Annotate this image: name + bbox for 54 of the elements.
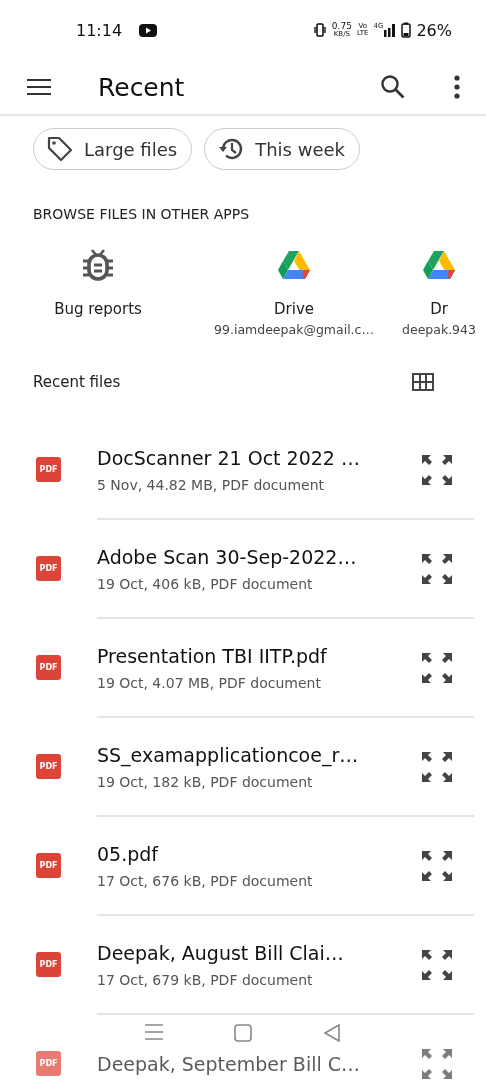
filter-chip[interactable]: Large files [33,128,193,170]
battery-level: 26% [416,20,452,40]
file-name[interactable]: Adobe Scan 30-Sep-2022… [97,545,420,568]
file-details: 17 Oct, 676 kB, PDF document [97,872,314,889]
app-name[interactable]: Drive [274,300,314,318]
network-speed: 0.75 [331,22,352,31]
pdf-file-icon: PDF [36,457,61,482]
app-name[interactable]: Bug reports [54,300,142,318]
file-name[interactable]: Presentation TBI IITP.pdf [97,644,420,667]
pdf-file-icon: PDF [36,952,61,977]
drive-icon[interactable] [278,248,310,282]
expand-icon[interactable] [420,749,454,784]
filter-chip[interactable]: This week [204,128,360,170]
file-details: 19 Oct, 406 kB, PDF document [97,575,314,592]
account-email: 99.iamdeepak@gmail.c… [214,322,374,337]
expand-icon[interactable] [420,650,454,685]
file-name[interactable]: Deepak, August Bill Clai… [97,941,420,964]
pdf-file-icon: PDF [36,1051,61,1076]
file-name[interactable]: 05.pdf [97,842,420,865]
section-heading: BROWSE FILES IN OTHER APPS [33,206,251,222]
expand-icon[interactable] [420,848,454,883]
file-name[interactable]: SS_examapplicationcoe_r… [97,743,420,766]
signal-icon [384,23,397,37]
expand-icon[interactable] [420,947,454,982]
file-details: 19 Oct, 4.07 MB, PDF document [97,674,322,691]
pdf-file-icon: PDF [36,754,61,779]
vibrate-icon [312,23,327,37]
menu-icon[interactable] [26,78,52,96]
page-title: Recent [98,72,185,102]
file-details: 19 Oct, 182 kB, PDF document [97,773,314,790]
tag-icon [46,135,74,163]
battery-icon [401,22,412,38]
file-name[interactable]: DocScanner 21 Oct 2022 … [97,446,420,469]
expand-icon[interactable] [420,452,454,487]
video-app-icon [139,23,158,37]
account-email: deepak.943 [402,322,476,337]
file-name[interactable]: Deepak, September Bill C… [97,1052,420,1075]
pdf-file-icon: PDF [36,853,61,878]
more-options-icon[interactable] [454,75,460,99]
app-name[interactable]: Dr [430,300,448,318]
file-details: 5 Nov, 44.82 MB, PDF document [97,476,326,493]
back-nav-icon[interactable] [322,1024,341,1042]
pdf-file-icon: PDF [36,655,61,680]
expand-icon[interactable] [420,551,454,586]
bug-icon[interactable] [82,248,114,282]
expand-icon[interactable] [420,1046,454,1080]
drive-icon[interactable] [423,248,455,282]
status-time: 11:14 [76,20,123,40]
pdf-file-icon: PDF [36,556,61,581]
search-icon[interactable] [380,74,406,100]
grid-view-icon[interactable] [412,373,434,391]
file-details: 17 Oct, 679 kB, PDF document [97,971,314,988]
section-title: Recent files [33,373,121,391]
home-nav-icon[interactable] [234,1024,252,1042]
